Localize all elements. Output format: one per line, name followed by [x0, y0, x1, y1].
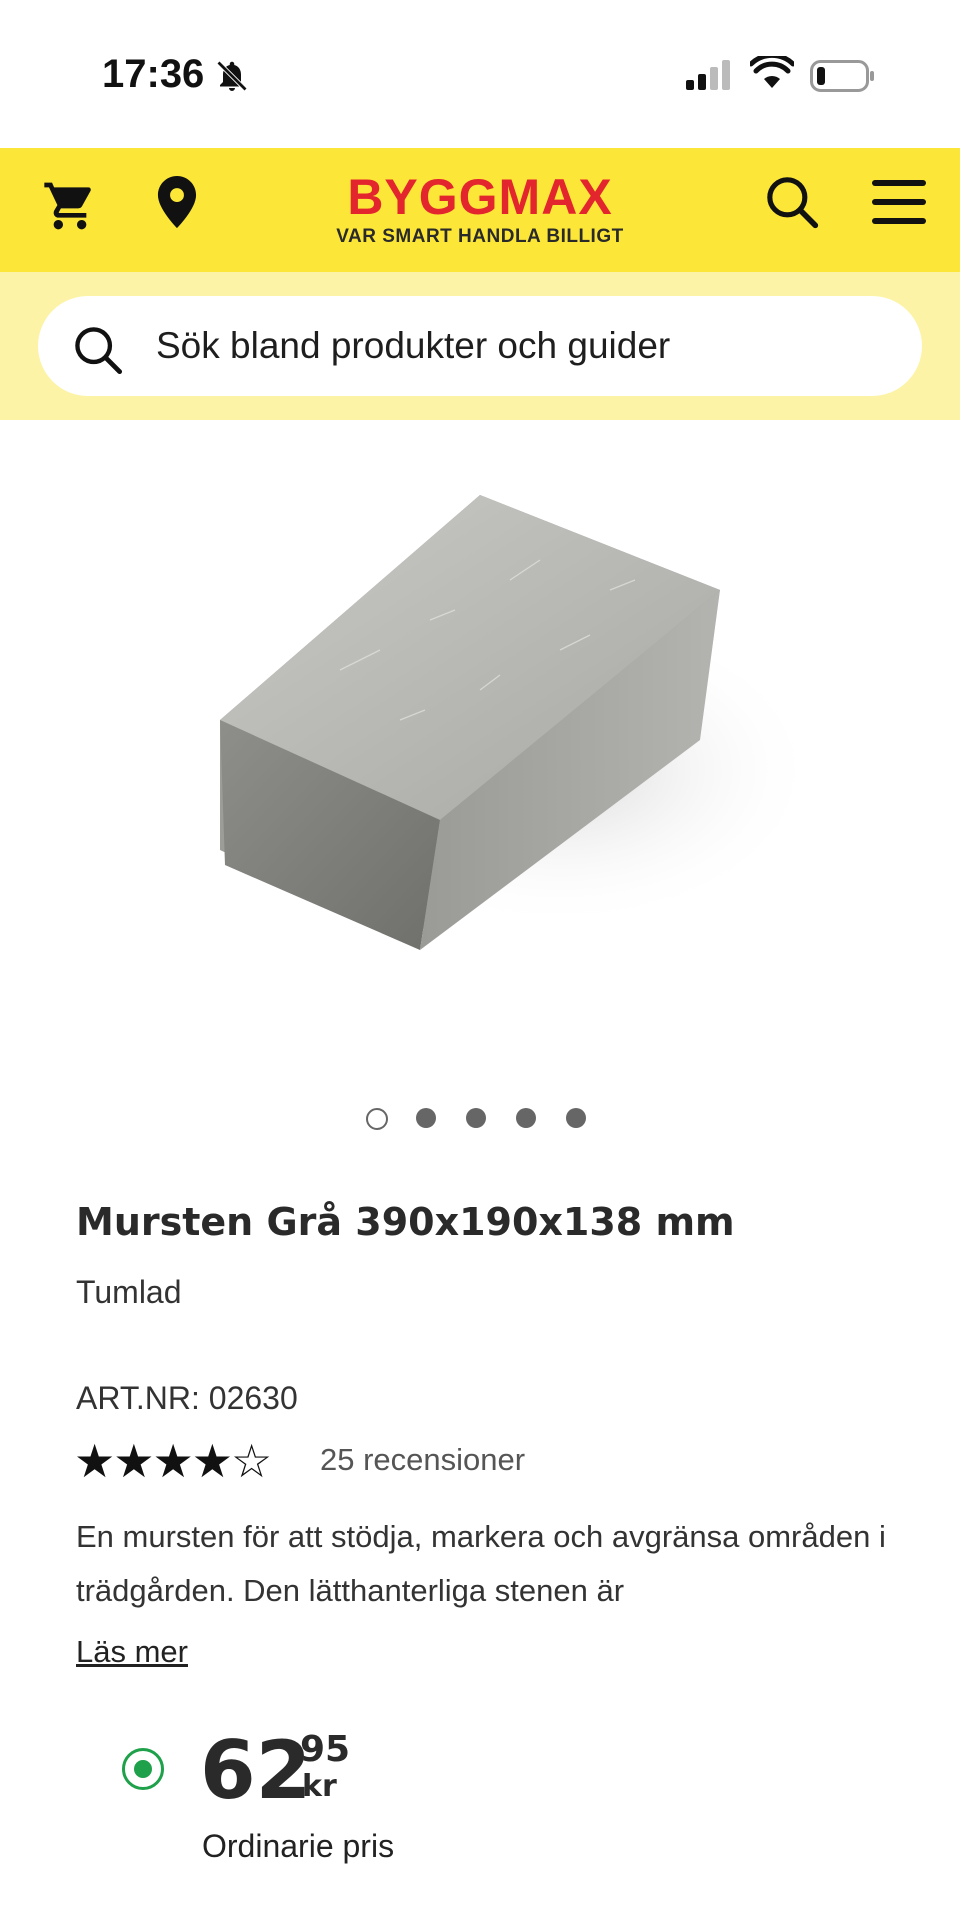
- byggmax-logo[interactable]: BYGGMAX VAR SMART HANDLA BILLIGT: [300, 170, 660, 248]
- price-label: Ordinarie pris: [202, 1828, 395, 1864]
- battery-icon: [810, 60, 876, 96]
- price-integer: 62: [200, 1724, 312, 1817]
- status-bar: 17:36: [0, 0, 960, 148]
- bell-muted-icon: [214, 58, 250, 98]
- carousel-dot-3[interactable]: [466, 1108, 486, 1128]
- carousel-dot-5[interactable]: [566, 1108, 586, 1128]
- logo-tagline: VAR SMART HANDLA BILLIGT: [336, 226, 624, 247]
- radio-dot: [134, 1760, 152, 1778]
- status-time: 17:36: [102, 52, 205, 96]
- product-subtitle: Tumlad: [76, 1274, 182, 1310]
- logo-title: BYGGMAX: [347, 169, 613, 225]
- product-description: En mursten för att stödja, markera och a…: [76, 1519, 886, 1608]
- signal-icon: [686, 60, 734, 94]
- search-icon[interactable]: [764, 174, 820, 234]
- cart-icon[interactable]: [42, 178, 98, 238]
- carousel-dot-4[interactable]: [516, 1108, 536, 1128]
- price-decimals: 95: [300, 1729, 351, 1770]
- search-input-icon: [72, 324, 124, 380]
- price-currency: kr: [302, 1769, 337, 1804]
- rating-stars[interactable]: ★★★★☆: [74, 1434, 272, 1488]
- read-more-link[interactable]: Läs mer: [76, 1634, 188, 1670]
- price-radio-selected[interactable]: [122, 1748, 164, 1790]
- menu-icon[interactable]: [872, 180, 926, 228]
- product-title: Mursten Grå 390x190x138 mm: [76, 1200, 735, 1244]
- carousel-dot-2[interactable]: [416, 1108, 436, 1128]
- carousel-dot-1[interactable]: [366, 1108, 388, 1130]
- product-image[interactable]: [180, 470, 820, 1030]
- wifi-icon: [748, 52, 796, 94]
- location-icon[interactable]: [156, 176, 198, 232]
- search-placeholder[interactable]: Sök bland produkter och guider: [156, 325, 670, 367]
- article-number: ART.NR: 02630: [76, 1380, 298, 1416]
- review-count-link[interactable]: 25 recensioner: [320, 1442, 525, 1478]
